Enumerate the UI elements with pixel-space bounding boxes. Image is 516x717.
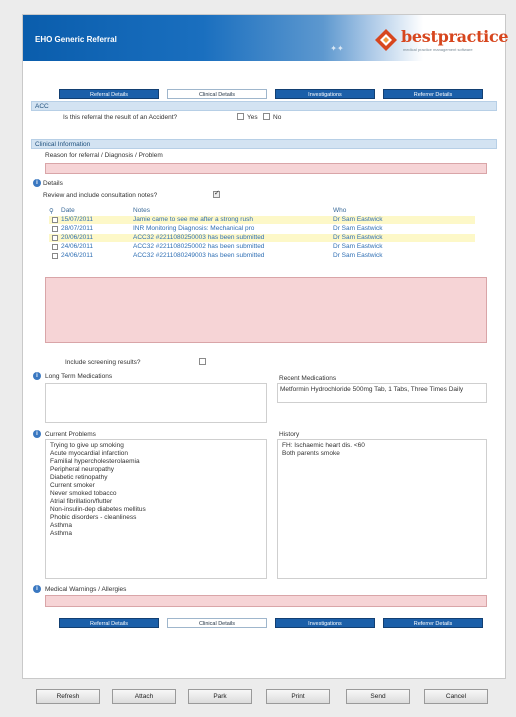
row-date: 15/07/2011	[61, 216, 94, 223]
bestpractice-logo: bestpractice medical practice management…	[375, 25, 509, 55]
table-row[interactable]: 24/06/2011 ACC32 #2211080250002 has been…	[49, 243, 475, 251]
row-date: 24/06/2011	[61, 243, 94, 250]
list-item: Atrial fibrillation/flutter	[50, 498, 113, 505]
notes-col-who[interactable]: Who	[333, 207, 346, 214]
warnings-info-icon[interactable]: i	[33, 585, 41, 593]
long-term-meds-box[interactable]	[45, 383, 267, 423]
cancel-button[interactable]: Cancel	[424, 689, 488, 704]
row-checkbox[interactable]	[52, 244, 58, 250]
row-note: INR Monitoring Diagnosis: Mechanical pro	[133, 225, 255, 232]
details-info-icon[interactable]: i	[33, 179, 41, 187]
table-row[interactable]: 20/06/2011 ACC32 #2211080250003 has been…	[49, 234, 475, 242]
row-date: 24/06/2011	[61, 252, 94, 259]
tab-investigations[interactable]: Investigations	[275, 618, 375, 628]
reason-label: Reason for referral / Diagnosis / Proble…	[45, 152, 163, 159]
current-problems-label: Current Problems	[45, 431, 96, 438]
details-label: Details	[43, 180, 63, 187]
details-textarea[interactable]	[45, 277, 487, 343]
logo-diamond-icon	[375, 29, 397, 51]
park-button[interactable]: Park	[188, 689, 252, 704]
row-who: Dr Sam Eastwick	[333, 234, 383, 241]
row-who: Dr Sam Eastwick	[333, 216, 383, 223]
reason-input[interactable]	[45, 163, 487, 174]
table-row[interactable]: 15/07/2011 Jamie came to see me after a …	[49, 216, 475, 224]
tab-clinical-details[interactable]: Clinical Details	[167, 618, 267, 628]
warnings-label: Medical Warnings / Allergies	[45, 586, 127, 593]
tab-referrer-details[interactable]: Referrer Details	[383, 89, 483, 99]
row-checkbox[interactable]	[52, 235, 58, 241]
list-item: Asthma	[50, 522, 73, 529]
list-item: Diabetic retinopathy	[50, 474, 108, 481]
form-title: EHO Generic Referral	[35, 35, 117, 44]
brand-name: bestpractice	[401, 27, 509, 46]
acc-section-header: ACC	[31, 101, 497, 111]
top-tab-bar: Referral Details Clinical Details Invest…	[59, 89, 483, 99]
history-line: Both parents smoke	[282, 450, 340, 457]
current-problems-list[interactable]: Trying to give up smoking Acute myocardi…	[45, 439, 267, 579]
recent-meds-box[interactable]: Metformin Hydrochloride 500mg Tab, 1 Tab…	[277, 383, 487, 403]
tab-referral-details[interactable]: Referral Details	[59, 89, 159, 99]
row-who: Dr Sam Eastwick	[333, 225, 383, 232]
row-date: 20/06/2011	[61, 234, 94, 241]
row-who: Dr Sam Eastwick	[333, 243, 383, 250]
screening-label: Include screening results?	[65, 359, 141, 366]
row-note: ACC32 #2211080250002 has been submitted	[133, 243, 265, 250]
long-term-meds-label: Long Term Medications	[45, 373, 113, 380]
history-box[interactable]: FH: Ischaemic heart dis. <60 Both parent…	[277, 439, 487, 579]
row-note: Jamie came to see me after a strong rush	[133, 216, 253, 223]
warnings-input[interactable]	[45, 595, 487, 607]
table-row[interactable]: 28/07/2011 INR Monitoring Diagnosis: Mec…	[49, 225, 475, 233]
list-item: Asthma	[50, 530, 73, 537]
list-item: Acute myocardial infarction	[50, 450, 129, 457]
notes-header-row: ⚲ Date Notes Who	[49, 207, 475, 215]
row-date: 28/07/2011	[61, 225, 94, 232]
current-problems-info-icon[interactable]: i	[33, 430, 41, 438]
review-notes-label: Review and include consultation notes?	[43, 192, 158, 199]
history-label: History	[279, 431, 300, 438]
print-button[interactable]: Print	[266, 689, 330, 704]
list-item: Never smoked tobacco	[50, 490, 117, 497]
refresh-button[interactable]: Refresh	[36, 689, 100, 704]
review-notes-checkbox[interactable]: ✓	[213, 190, 220, 198]
long-term-meds-info-icon[interactable]: i	[33, 372, 41, 380]
tab-referral-details[interactable]: Referral Details	[59, 618, 159, 628]
row-checkbox[interactable]	[52, 226, 58, 232]
tab-investigations[interactable]: Investigations	[275, 89, 375, 99]
acc-no-checkbox[interactable]	[263, 113, 270, 120]
search-icon[interactable]: ⚲	[49, 207, 54, 215]
acc-question: Is this referral the result of an Accide…	[63, 114, 178, 121]
bottom-tab-bar: Referral Details Clinical Details Invest…	[59, 618, 483, 628]
list-item: Trying to give up smoking	[50, 442, 124, 449]
acc-no-label: No	[273, 114, 282, 121]
row-note: ACC32 #2211080250003 has been submitted	[133, 234, 265, 241]
attach-button[interactable]: Attach	[112, 689, 176, 704]
row-note: ACC32 #2211080249003 has been submitted	[133, 252, 265, 259]
notes-col-notes[interactable]: Notes	[133, 207, 333, 214]
list-item: Phobic disorders - cleanliness	[50, 514, 137, 521]
table-row[interactable]: 24/06/2011 ACC32 #2211080249003 has been…	[49, 252, 475, 260]
nz-flag-icon: ✦✦	[330, 44, 344, 53]
acc-yes-label: Yes	[247, 114, 258, 121]
clinical-section-header: Clinical Information	[31, 139, 497, 149]
header: EHO Generic Referral ✦✦ bestpractice med…	[23, 15, 509, 61]
list-item: Peripheral neuropathy	[50, 466, 114, 473]
recent-meds-label: Recent Medications	[279, 375, 337, 382]
list-item: Non-insulin-dep diabetes mellitus	[50, 506, 146, 513]
referral-form-window: EHO Generic Referral ✦✦ bestpractice med…	[22, 14, 509, 679]
row-checkbox[interactable]	[52, 217, 58, 223]
notes-col-date[interactable]: Date	[61, 207, 75, 214]
brand-tagline: medical practice management software	[403, 47, 473, 52]
list-item: Current smoker	[50, 482, 95, 489]
row-checkbox[interactable]	[52, 253, 58, 259]
recent-meds-value: Metformin Hydrochloride 500mg Tab, 1 Tab…	[280, 386, 464, 393]
tab-referrer-details[interactable]: Referrer Details	[383, 618, 483, 628]
acc-yes-checkbox[interactable]	[237, 113, 244, 120]
send-button[interactable]: Send	[346, 689, 410, 704]
list-item: Familial hypercholesterolaemia	[50, 458, 140, 465]
row-who: Dr Sam Eastwick	[333, 252, 383, 259]
tab-clinical-details[interactable]: Clinical Details	[167, 89, 267, 99]
screening-checkbox[interactable]	[199, 358, 206, 365]
history-line: FH: Ischaemic heart dis. <60	[282, 442, 365, 449]
